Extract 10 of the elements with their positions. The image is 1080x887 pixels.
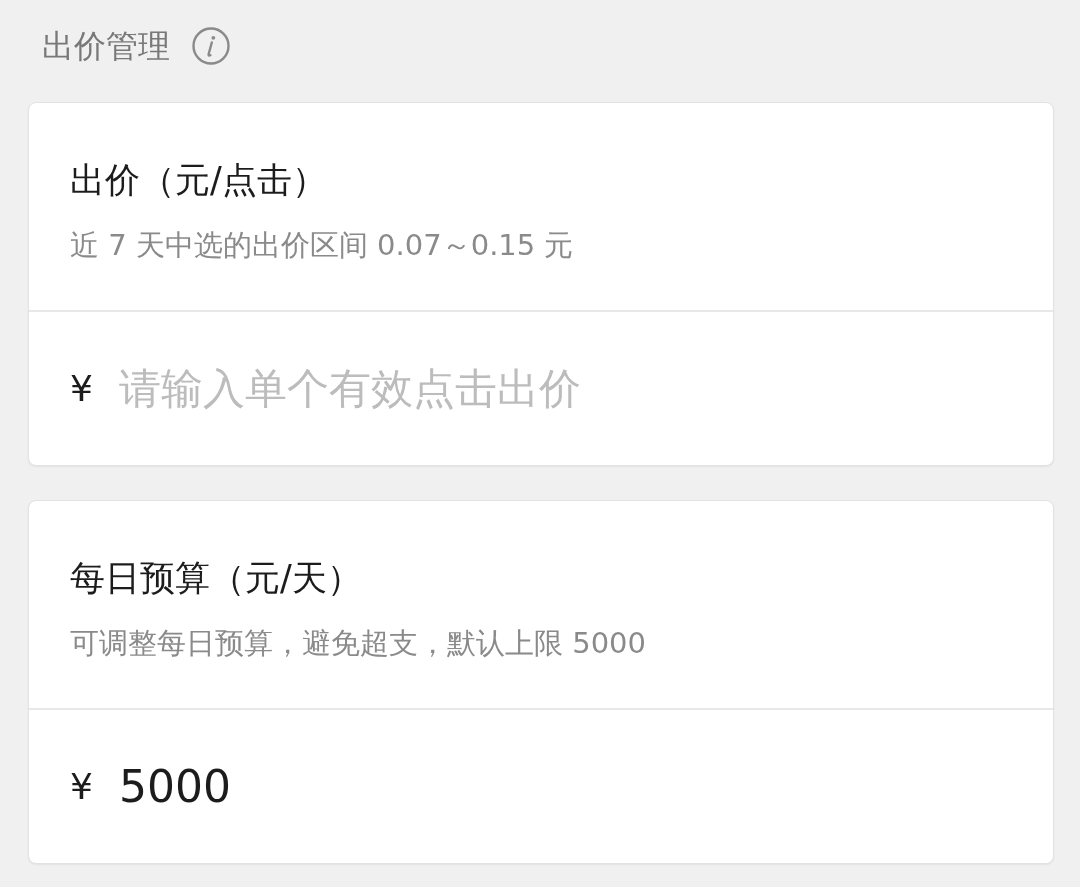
- info-icon[interactable]: [192, 27, 230, 65]
- currency-symbol: ¥: [70, 366, 93, 411]
- section-heading: 出价管理: [42, 26, 170, 67]
- currency-symbol: ¥: [70, 764, 93, 809]
- input-field[interactable]: 请输入单个有效点击出价: [118, 360, 739, 417]
- section-title: 每日预算（元/天）: [70, 557, 363, 600]
- section-hint: 近 7 天中选的出价区间 0.07～0.15 元: [70, 227, 575, 264]
- section-hint: 可调整每日预算，避免超支，默认上限 5000: [70, 625, 648, 662]
- input-field[interactable]: 5000: [118, 758, 739, 815]
- section-title: 出价（元/点击）: [70, 159, 328, 202]
